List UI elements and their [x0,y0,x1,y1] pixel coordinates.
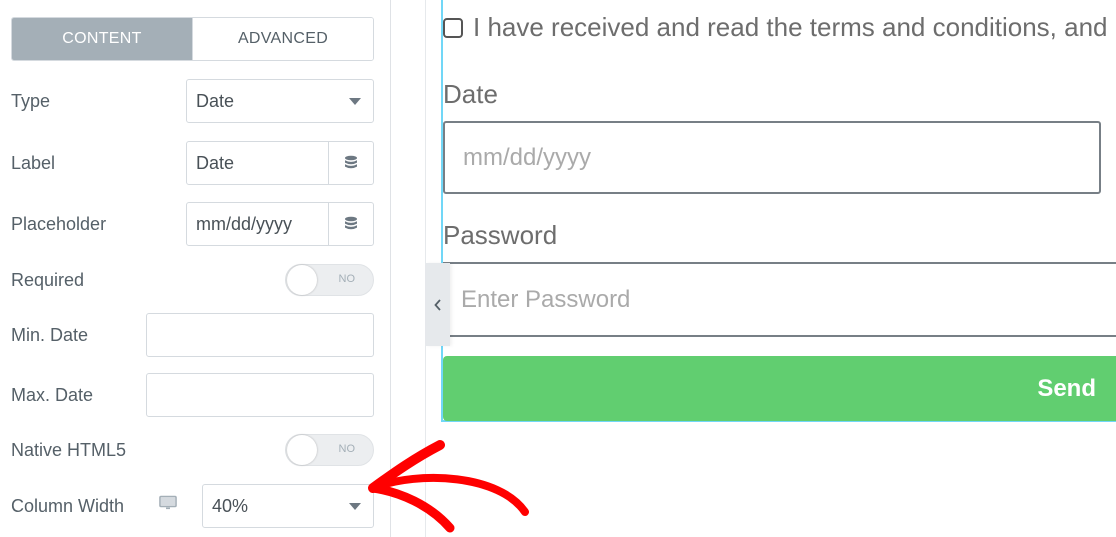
placeholder-label: Placeholder [11,213,107,234]
max-date-row: Max. Date [11,373,374,417]
label-input[interactable]: Date [186,141,374,185]
date-field-placeholder: mm/dd/yyyy [463,143,592,171]
toggle-state: NO [338,443,356,455]
placeholder-input[interactable]: mm/dd/yyyy [186,202,374,246]
annotation-arrow-icon [368,440,529,533]
placeholder-row: Placeholder mm/dd/yyyy [11,202,374,246]
max-date-input[interactable] [146,373,374,417]
terms-text: I have received and read the terms and c… [473,12,1108,42]
column-width-select[interactable]: 40% [202,484,374,528]
label-label: Label [11,152,56,173]
chevron-down-icon [349,97,361,105]
min-date-input[interactable] [146,313,374,357]
tab-content[interactable]: CONTENT [12,18,192,60]
min-date-label: Min. Date [11,324,89,345]
toggle-state: NO [338,273,356,285]
type-label: Type [11,90,51,111]
send-button-label: Send [1037,374,1096,402]
label-row: Label Date [11,141,374,185]
column-width-label: Column Width [11,495,125,516]
password-field-label: Password [443,220,558,250]
terms-checkbox-row: I have received and read the terms and c… [443,12,1108,43]
date-field-label: Date [443,79,498,109]
database-icon [345,216,357,230]
password-field-input[interactable]: Enter Password [443,262,1116,337]
column-width-row: Column Width 40% [11,484,374,528]
max-date-label: Max. Date [11,384,94,405]
type-row: Type Date [11,79,374,123]
password-field-placeholder: Enter Password [461,285,631,313]
dynamic-tags-button[interactable] [328,203,373,245]
desktop-monitor-icon[interactable] [159,495,177,517]
required-row: Required NO [11,263,374,297]
database-icon [345,155,357,169]
dynamic-tags-button[interactable] [328,142,373,184]
chevron-left-icon [434,298,441,311]
toggle-knob [287,435,317,465]
collapse-panel-button[interactable] [426,263,450,346]
required-toggle[interactable]: NO [285,264,374,296]
send-button[interactable]: Send [443,356,1116,421]
native-html5-row: Native HTML5 NO [11,433,374,467]
type-select-value: Date [196,90,235,111]
editor-panel: CONTENT ADVANCED Type Date Label Date Pl… [0,0,391,537]
required-label: Required [11,269,85,290]
toggle-knob [287,265,317,295]
column-width-value: 40% [212,495,249,516]
native-html5-label: Native HTML5 [11,439,127,460]
placeholder-input-value: mm/dd/yyyy [196,213,293,234]
tab-advanced[interactable]: ADVANCED [192,18,373,60]
type-select[interactable]: Date [186,79,374,123]
date-field-input[interactable]: mm/dd/yyyy [443,121,1101,194]
panel-tabs: CONTENT ADVANCED [11,17,374,61]
terms-checkbox[interactable] [443,17,463,38]
min-date-row: Min. Date [11,313,374,357]
label-input-value: Date [196,152,235,173]
